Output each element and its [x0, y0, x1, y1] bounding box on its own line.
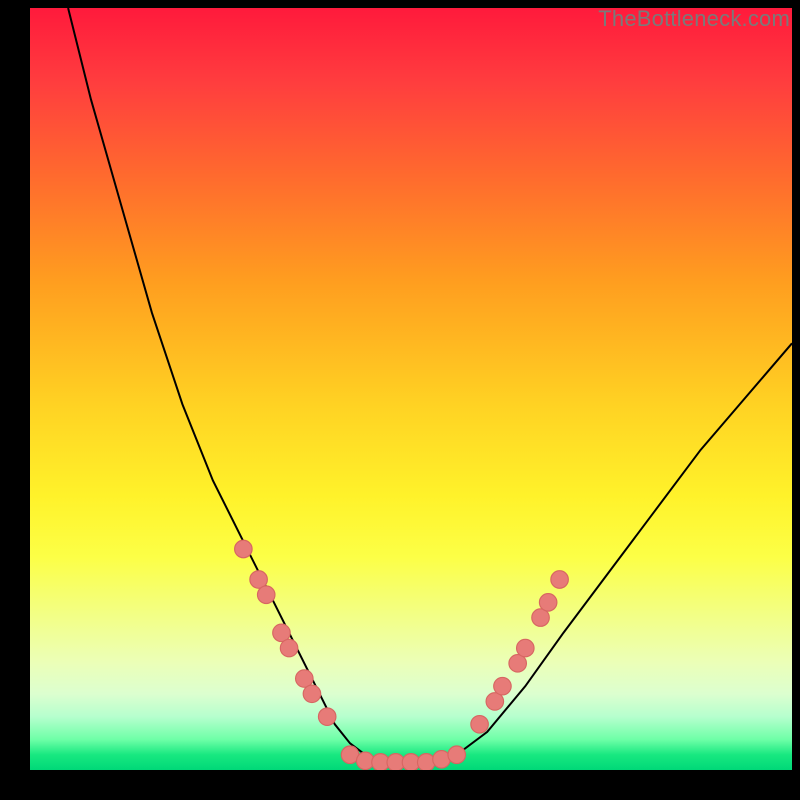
data-marker: [280, 639, 298, 657]
data-marker: [318, 708, 336, 726]
data-marker: [448, 746, 466, 764]
data-marker: [551, 571, 569, 589]
data-marker: [494, 677, 512, 695]
plot-area: [30, 8, 792, 770]
watermark-text: TheBottleneck.com: [598, 6, 790, 32]
data-marker: [417, 754, 435, 770]
data-marker: [257, 586, 275, 604]
data-marker: [303, 685, 321, 703]
data-marker: [235, 540, 253, 558]
marker-group: [235, 540, 569, 770]
data-marker: [539, 594, 557, 612]
data-marker: [471, 716, 489, 734]
curve-group: [68, 8, 792, 762]
bottleneck-curve-path: [68, 8, 792, 762]
data-marker: [517, 639, 535, 657]
curve-svg: [30, 8, 792, 770]
chart-stage: TheBottleneck.com: [0, 0, 800, 800]
